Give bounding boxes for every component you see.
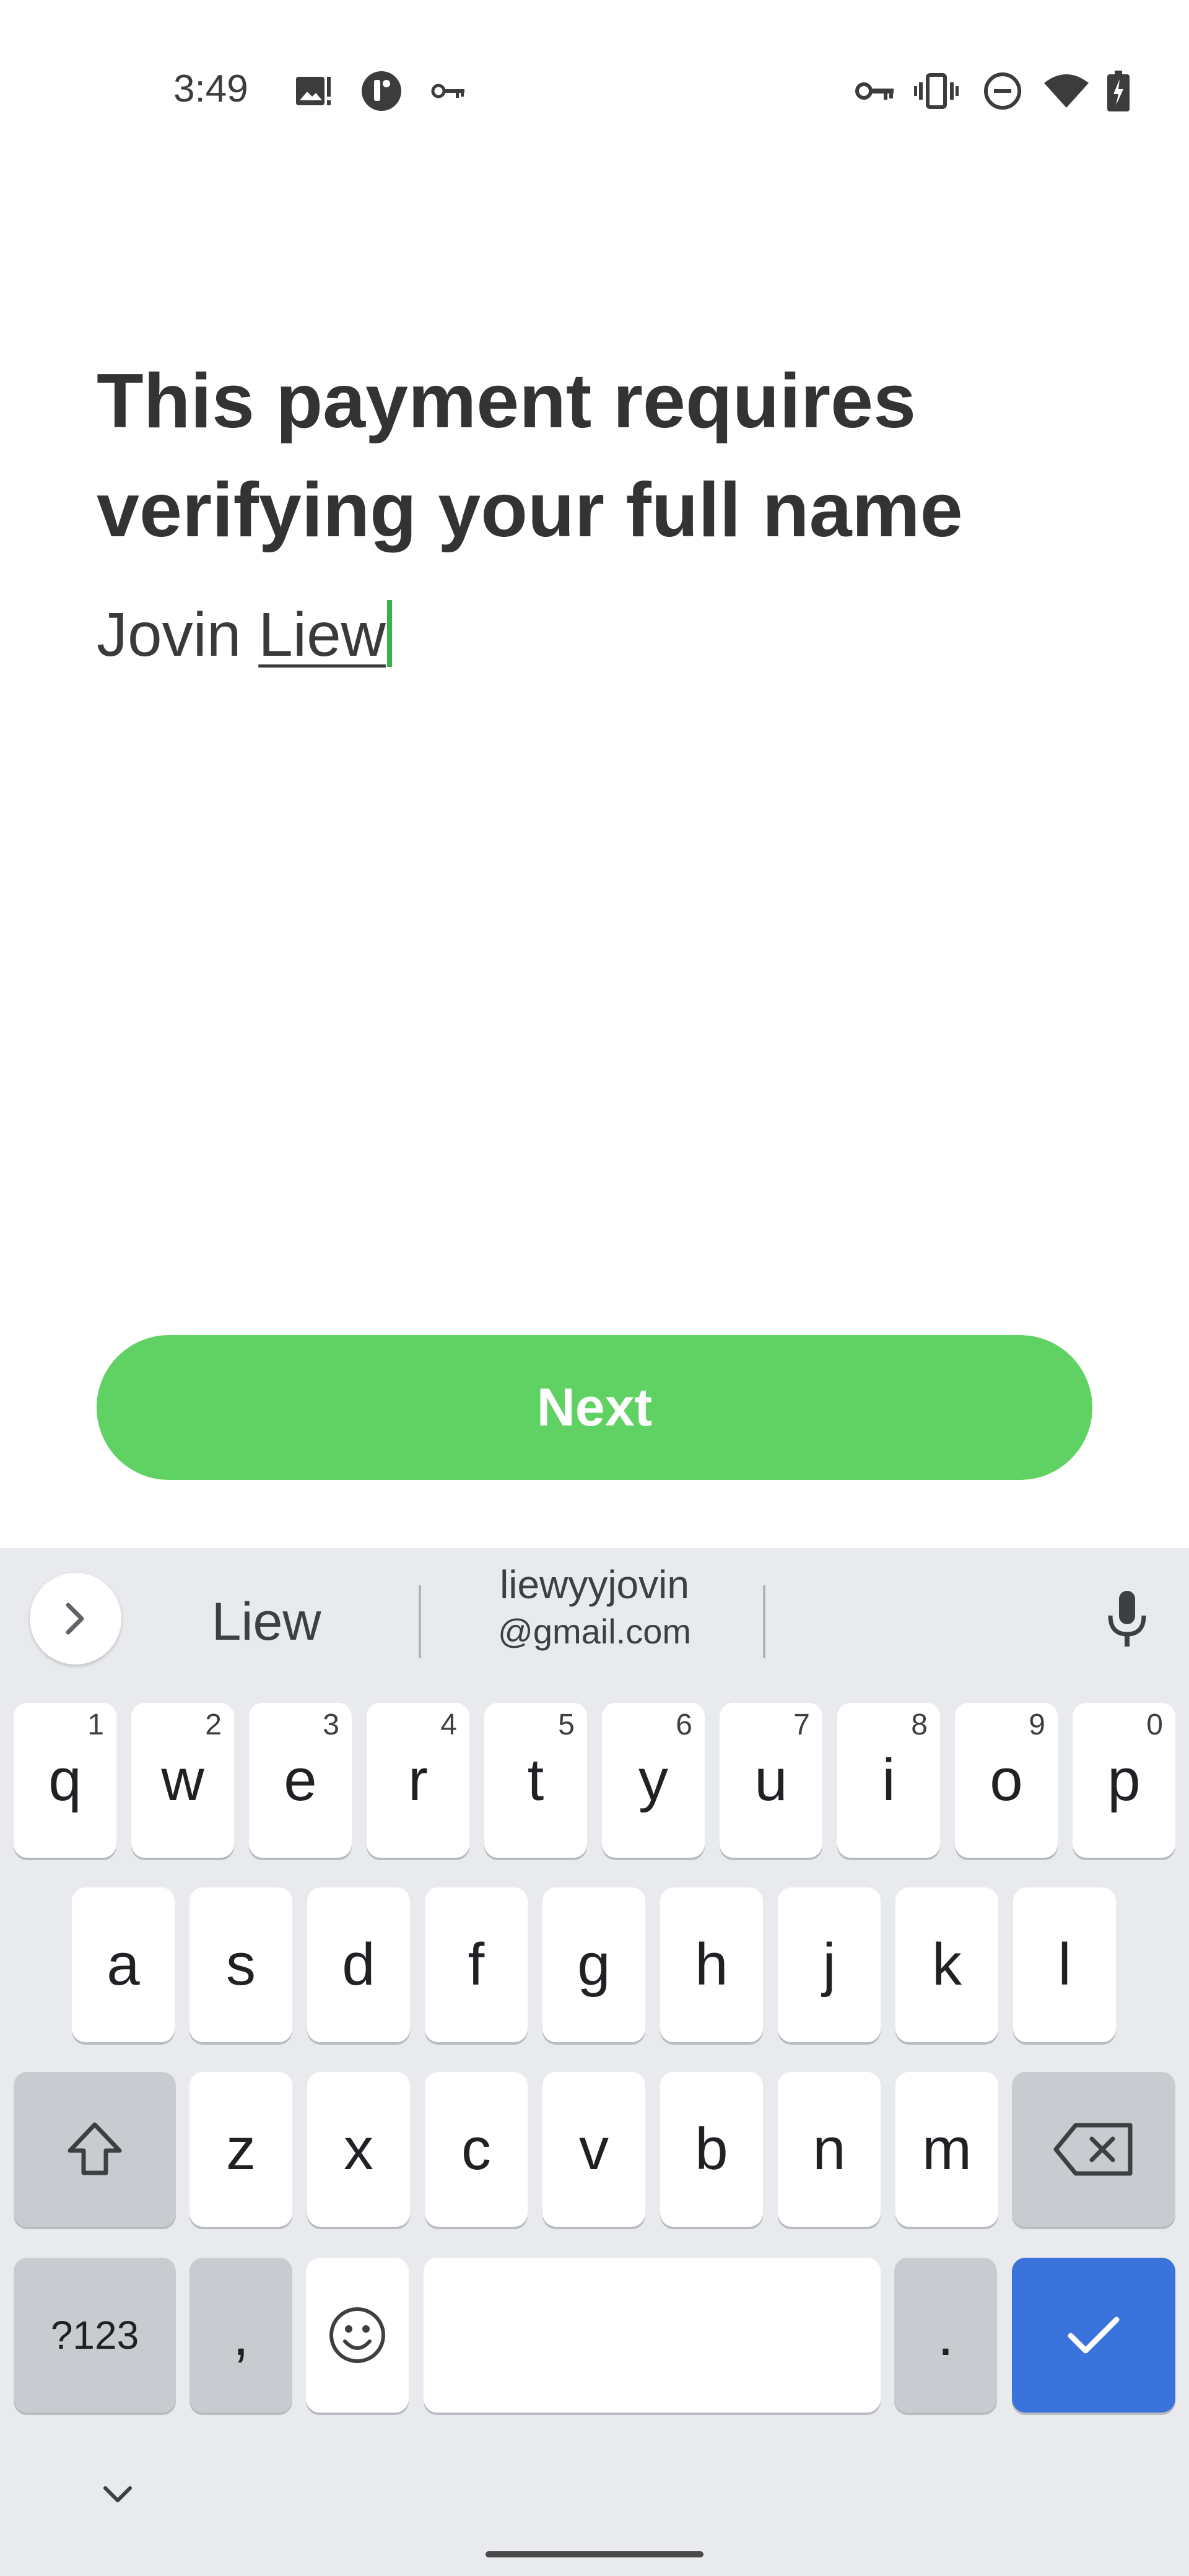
vibrate-icon <box>914 69 959 113</box>
key-d[interactable]: d <box>307 1887 410 2042</box>
key-s[interactable]: s <box>189 1887 292 2042</box>
key-hint: 9 <box>1029 1708 1045 1741</box>
key-hint: 5 <box>558 1708 575 1741</box>
key-o[interactable]: o9 <box>955 1703 1058 1858</box>
expand-toolbar-button[interactable] <box>30 1573 121 1664</box>
key-label: q <box>48 1747 82 1813</box>
name-value-composing: Liew <box>258 600 386 669</box>
key-h[interactable]: h <box>660 1887 763 2042</box>
backspace-key[interactable] <box>1012 2072 1175 2227</box>
key-j[interactable]: j <box>778 1887 881 2042</box>
home-indicator[interactable] <box>486 2551 703 2557</box>
key-label: o <box>990 1747 1023 1813</box>
suggestion-email-domain: @gmail.com <box>497 1612 692 1651</box>
name-value-plain: Jovin <box>97 600 259 669</box>
key-label: e <box>284 1747 317 1813</box>
key-label: y <box>638 1747 668 1813</box>
emoji-icon <box>329 2307 385 2363</box>
hide-keyboard-icon[interactable] <box>93 2477 142 2514</box>
soft-keyboard: Liew liewyyjovin @gmail.com q1w2e3r4t5y6… <box>0 1548 1189 2576</box>
key-hint: 0 <box>1146 1708 1163 1741</box>
key-v[interactable]: v <box>542 2072 645 2227</box>
vpn-key-icon <box>855 69 895 113</box>
key-label: t <box>527 1747 544 1813</box>
key-hint: 6 <box>676 1708 692 1741</box>
symbols-key[interactable]: ?123 <box>14 2258 176 2413</box>
key-label: i <box>882 1747 895 1813</box>
suggestion-strip: Liew liewyyjovin @gmail.com <box>0 1548 1189 1684</box>
page-title: This payment requires verifying your ful… <box>97 359 963 553</box>
key-b[interactable]: b <box>660 2072 763 2227</box>
key-n[interactable]: n <box>778 2072 881 2227</box>
wifi-icon <box>1043 69 1090 113</box>
key-hint: 2 <box>205 1708 222 1741</box>
key-hint: 4 <box>440 1708 457 1741</box>
backspace-icon <box>1053 2123 1133 2176</box>
key-label: r <box>408 1747 428 1813</box>
key-label: w <box>161 1747 204 1813</box>
key-r[interactable]: r4 <box>367 1703 469 1858</box>
emoji-key[interactable] <box>306 2258 409 2413</box>
key-a[interactable]: a <box>72 1887 175 2042</box>
key-x[interactable]: x <box>307 2072 410 2227</box>
full-name-input[interactable]: Jovin Liew <box>97 594 1100 675</box>
key-hint: 3 <box>323 1708 339 1741</box>
shift-icon <box>68 2122 122 2175</box>
key-label: p <box>1107 1747 1141 1813</box>
battery-charging-icon <box>1106 69 1131 113</box>
key-i[interactable]: i8 <box>837 1703 940 1858</box>
suggestion-divider <box>763 1585 765 1658</box>
key-z[interactable]: z <box>189 2072 292 2227</box>
checkmark-icon <box>1068 2317 1120 2354</box>
key-l[interactable]: l <box>1013 1887 1116 2042</box>
key-e[interactable]: e3 <box>249 1703 352 1858</box>
key-label: u <box>754 1747 788 1813</box>
key-g[interactable]: g <box>542 1887 645 2042</box>
key-hint: 8 <box>911 1708 928 1741</box>
key-t[interactable]: t5 <box>484 1703 587 1858</box>
suggestion-divider <box>419 1585 421 1658</box>
next-button[interactable]: Next <box>97 1335 1092 1480</box>
key-u[interactable]: u7 <box>720 1703 822 1858</box>
space-key[interactable] <box>424 2258 881 2413</box>
key-hint: 1 <box>87 1708 104 1741</box>
key-q[interactable]: q1 <box>14 1703 116 1858</box>
text-cursor <box>386 600 392 667</box>
enter-key[interactable] <box>1012 2258 1175 2413</box>
microphone-icon[interactable] <box>1096 1585 1158 1653</box>
image-alert-icon <box>295 69 332 113</box>
key-m[interactable]: m <box>895 2072 998 2227</box>
chevron-right-icon <box>66 1603 84 1635</box>
status-bar: 3:49 <box>0 0 1189 186</box>
key-c[interactable]: c <box>425 2072 528 2227</box>
key-f[interactable]: f <box>425 1887 528 2042</box>
app-notification-icon <box>359 69 404 113</box>
key-k[interactable]: k <box>895 1887 998 2042</box>
comma-key[interactable]: , <box>189 2258 292 2413</box>
shift-key[interactable] <box>14 2072 176 2227</box>
suggestion-email-user: liewyyjovin <box>500 1562 689 1607</box>
key-p[interactable]: p0 <box>1073 1703 1175 1858</box>
vpn-key-icon <box>430 69 467 113</box>
suggestion-word[interactable]: Liew <box>167 1591 365 1653</box>
do-not-disturb-icon <box>982 69 1023 113</box>
status-time: 3:49 <box>173 67 248 110</box>
key-y[interactable]: y6 <box>602 1703 705 1858</box>
key-w[interactable]: w2 <box>131 1703 234 1858</box>
period-key[interactable]: . <box>894 2258 997 2413</box>
suggestion-email[interactable]: liewyyjovin @gmail.com <box>433 1562 756 1651</box>
key-hint: 7 <box>793 1708 810 1741</box>
